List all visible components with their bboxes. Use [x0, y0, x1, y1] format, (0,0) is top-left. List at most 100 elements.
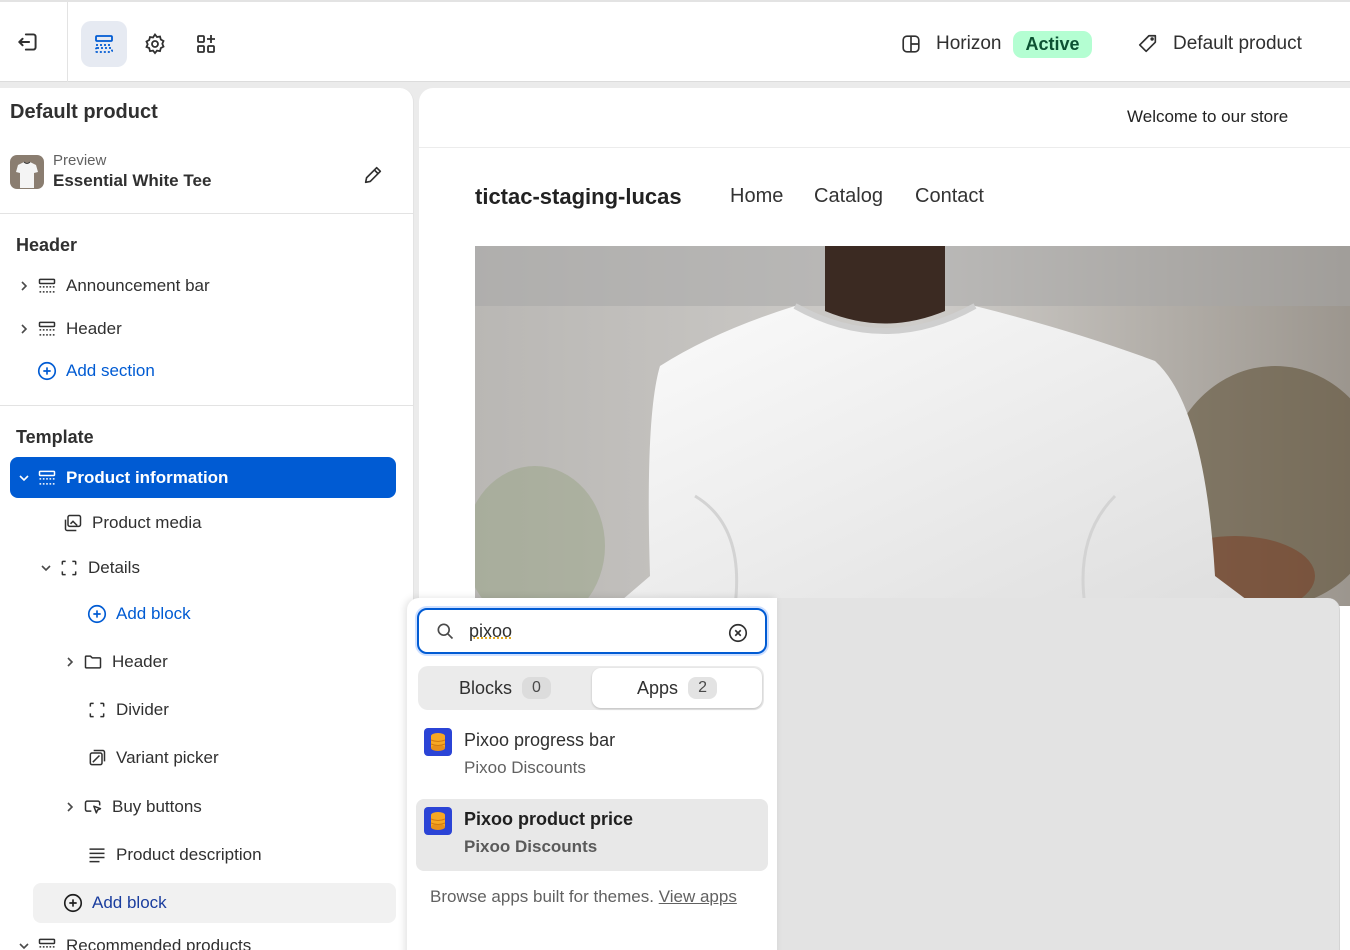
nav-link-contact[interactable]: Contact — [915, 185, 984, 208]
sidebar-item-details-header[interactable]: Header — [60, 642, 168, 682]
add-block-button-details[interactable]: Add block — [84, 594, 191, 634]
add-section-label: Add section — [66, 361, 155, 380]
search-input[interactable] — [469, 620, 709, 642]
folder-icon — [80, 652, 106, 672]
add-section-button[interactable]: Add section — [34, 351, 155, 391]
top-bar: Horizon Active Default product — [0, 0, 1350, 82]
tab-count: 2 — [688, 677, 717, 699]
sidebar-item-product-media[interactable]: Product media — [60, 503, 202, 543]
pixoo-app-icon — [424, 807, 452, 835]
gear-icon — [145, 32, 165, 55]
section-icon — [34, 319, 60, 339]
browse-apps-label: Browse apps built for themes. — [430, 887, 654, 906]
plus-circle-icon — [60, 892, 86, 914]
sidebar-item-buy-buttons[interactable]: Buy buttons — [60, 787, 202, 827]
template-selector[interactable]: Default product — [1137, 28, 1302, 60]
theme-selector[interactable]: Horizon Active — [900, 28, 1092, 60]
chevron-down-icon[interactable] — [14, 472, 34, 484]
sidebar-item-label: Header — [66, 319, 122, 338]
sidebar: Default product Preview Essential White … — [0, 88, 414, 950]
result-app-name: Pixoo Discounts — [464, 758, 586, 777]
picker-tabs: Blocks 0 Apps 2 — [418, 666, 764, 710]
theme-name: Horizon — [936, 33, 1002, 54]
plus-circle-icon — [84, 603, 110, 625]
chevron-right-icon[interactable] — [60, 801, 80, 813]
sidebar-item-label: Buy buttons — [112, 797, 202, 816]
add-block-label: Add block — [92, 893, 167, 912]
view-apps-link[interactable]: View apps — [659, 887, 737, 906]
sidebar-item-label: Recommended products — [66, 936, 252, 950]
status-badge: Active — [1013, 30, 1092, 58]
sidebar-item-label: Product information — [66, 467, 229, 487]
preview-product-name: Essential White Tee — [53, 171, 212, 190]
section-icon — [34, 468, 60, 488]
sections-icon — [95, 35, 113, 53]
add-block-popover: Blocks 0 Apps 2 Pixoo progress bar Pixoo… — [407, 598, 777, 950]
sidebar-item-label: Header — [112, 652, 168, 671]
section-icon — [34, 936, 60, 950]
picker-preview-panel — [776, 598, 1340, 950]
button-cursor-icon — [80, 797, 106, 817]
sidebar-item-divider[interactable]: Divider — [84, 690, 169, 730]
sidebar-item-label: Announcement bar — [66, 276, 210, 295]
preview-label: Preview — [53, 152, 107, 169]
variant-icon — [84, 748, 110, 768]
tab-blocks[interactable]: Blocks 0 — [420, 668, 590, 708]
product-image[interactable] — [475, 246, 1350, 606]
sidebar-item-label: Product media — [92, 513, 202, 532]
change-preview-button[interactable] — [356, 158, 390, 192]
sidebar-item-label: Details — [88, 558, 140, 577]
tab-count: 0 — [522, 677, 551, 699]
sidebar-item-details[interactable]: Details — [36, 548, 140, 588]
announcement-text: Welcome to our store — [1127, 107, 1289, 126]
plus-circle-icon — [34, 360, 60, 382]
chevron-down-icon[interactable] — [14, 940, 34, 950]
sidebar-item-label: Variant picker — [116, 748, 219, 767]
sidebar-item-product-description[interactable]: Product description — [84, 835, 262, 875]
section-icon — [34, 276, 60, 296]
sidebar-item-header[interactable]: Header — [14, 309, 122, 349]
page-title: Default product — [10, 101, 158, 123]
chevron-right-icon[interactable] — [14, 323, 34, 335]
announcement-bar-preview[interactable]: Welcome to our store — [419, 88, 1350, 148]
tab-apps[interactable]: Apps 2 — [592, 668, 762, 708]
media-icon — [60, 513, 86, 533]
nav-link-catalog[interactable]: Catalog — [814, 185, 883, 208]
search-field[interactable] — [417, 608, 767, 654]
add-block-button[interactable]: Add block — [33, 883, 396, 923]
text-icon — [84, 845, 110, 865]
tab-label: Apps — [637, 677, 679, 698]
exit-button[interactable] — [8, 22, 48, 62]
clear-search-button[interactable] — [727, 622, 749, 644]
chevron-right-icon[interactable] — [60, 656, 80, 668]
sidebar-item-variant-picker[interactable]: Variant picker — [84, 738, 219, 778]
header-group-title: Header — [16, 235, 78, 255]
theme-settings-button[interactable] — [132, 21, 178, 67]
tab-label: Blocks — [459, 677, 513, 698]
product-thumbnail — [10, 155, 44, 189]
exit-icon — [18, 33, 37, 51]
result-title: Pixoo progress bar — [464, 730, 616, 750]
sidebar-item-label: Divider — [116, 700, 169, 719]
layout-icon — [902, 35, 920, 53]
browse-apps-text: Browse apps built for themes. View apps — [430, 882, 760, 911]
chevron-down-icon[interactable] — [36, 562, 56, 574]
app-block-result[interactable]: Pixoo product price Pixoo Discounts — [416, 799, 768, 871]
clear-icon — [728, 623, 748, 643]
pixoo-app-icon — [424, 728, 452, 756]
divider — [0, 405, 413, 406]
sidebar-item-announcement-bar[interactable]: Announcement bar — [14, 266, 210, 306]
apps-icon — [197, 35, 215, 53]
sections-button[interactable] — [81, 21, 127, 67]
topbar-divider — [67, 2, 68, 82]
app-embeds-button[interactable] — [183, 21, 229, 67]
sidebar-item-recommended-products[interactable]: Recommended products — [14, 926, 251, 950]
chevron-right-icon[interactable] — [14, 280, 34, 292]
nav-link-home[interactable]: Home — [730, 185, 783, 208]
result-title: Pixoo product price — [464, 809, 634, 829]
store-name: tictac-staging-lucas — [475, 184, 682, 209]
sidebar-item-product-information[interactable]: Product information — [10, 457, 396, 498]
tag-icon — [1138, 34, 1157, 53]
app-block-result[interactable]: Pixoo progress bar Pixoo Discounts — [416, 720, 768, 792]
search-icon — [435, 621, 455, 641]
